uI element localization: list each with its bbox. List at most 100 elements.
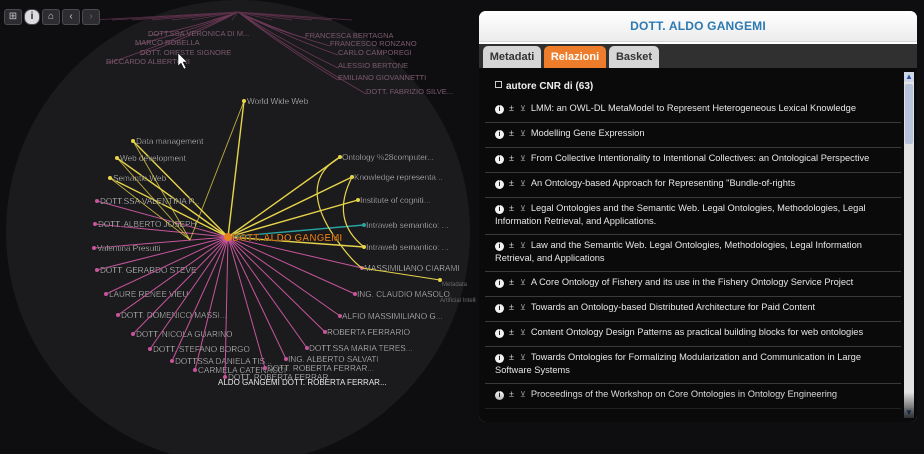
publication-title[interactable]: Proceedings of the Workshop on Core Onto… [531, 389, 837, 399]
publication-item[interactable]: i ± ⊻ An Ontology-based Approach for Repres… [485, 173, 901, 198]
forward-button[interactable]: › [82, 9, 100, 25]
cart-icon[interactable]: ⊻ [520, 328, 526, 337]
cart-icon[interactable]: ⊻ [520, 104, 526, 113]
plus-minus-icon[interactable]: ± [509, 352, 514, 362]
info-icon[interactable]: i [495, 329, 504, 338]
tab-relazioni[interactable]: Relazioni [544, 46, 606, 68]
publication-title[interactable]: Legal Ontologies and the Semantic Web. L… [495, 203, 866, 226]
info-icon[interactable]: i [495, 130, 504, 139]
publication-items: i ± ⊻ LMM: an OWL-DL MetaModel to Represent… [485, 98, 901, 409]
plus-minus-icon[interactable]: ± [509, 302, 514, 312]
scroll-down-icon[interactable]: ▼ [904, 408, 914, 418]
publication-item[interactable]: i ± ⊻ LMM: an OWL-DL MetaModel to Represent… [485, 98, 901, 123]
info-icon[interactable]: i [495, 391, 504, 400]
info-icon[interactable]: i [495, 304, 504, 313]
section-heading[interactable]: autore CNR di (63) [495, 81, 901, 92]
scroll-up-icon[interactable]: ▲ [904, 72, 914, 82]
cart-icon[interactable]: ⊻ [520, 179, 526, 188]
top-author-label: ALESSIO BERTONE [338, 61, 408, 70]
plus-minus-icon[interactable]: ± [509, 389, 514, 399]
top-author-label: DOTT.SSA VERONICA DI M... [148, 29, 249, 38]
grid-icon: ⊞ [8, 11, 18, 22]
cart-icon[interactable]: ⊻ [520, 390, 526, 399]
publication-title[interactable]: Towards Ontologies for Formalizing Modul… [495, 352, 861, 375]
home-button[interactable]: ⌂ [42, 9, 60, 25]
tab-metadati[interactable]: Metadati [483, 46, 541, 68]
publication-item[interactable]: i ± ⊻ Towards an Ontology-based Distributed… [485, 297, 901, 322]
plus-minus-icon[interactable]: ± [509, 277, 514, 287]
graph-node [131, 332, 135, 336]
plus-minus-icon[interactable]: ± [509, 103, 514, 113]
top-author-label: RICCARDO ALBERTONI [106, 57, 190, 66]
publication-item[interactable]: i ± ⊻ A Core Ontology of Fishery and its us… [485, 272, 901, 297]
plus-minus-icon[interactable]: ± [509, 153, 514, 163]
relation-graph[interactable]: DOTT.SSA VERONICA DI M...MARCO ROBELLADO… [0, 0, 476, 454]
left-node-label: World Wide Web [247, 97, 309, 106]
cart-icon[interactable]: ⊻ [520, 129, 526, 138]
publication-title[interactable]: Content Ontology Design Patterns as prac… [531, 327, 863, 337]
cart-icon[interactable]: ⊻ [520, 278, 526, 287]
left-node-label: DOTT.SSA VALENTINA P... [100, 197, 200, 206]
graph-node [193, 368, 197, 372]
right-node-label: ROBERTA FERRARIO [327, 328, 410, 337]
cart-icon[interactable]: ⊻ [520, 154, 526, 163]
tab-basket[interactable]: Basket [609, 46, 659, 68]
right-node-label: ALFIO MASSIMILIANO G... [342, 312, 443, 321]
info-icon[interactable]: i [495, 279, 504, 288]
graph-node [95, 199, 99, 203]
right-node-label: MASSIMILIANO CIARAMI [364, 264, 460, 273]
right-node-label: ING. ALBERTO SALVATI [288, 355, 379, 364]
info-icon[interactable]: i [495, 205, 504, 214]
right-node-label: Institute of cogniti... [360, 196, 431, 205]
right-node-label: DOTT. ROBERTA FERRAR... [267, 364, 374, 373]
right-node-label: DOTT.SSA MARIA TERES... [309, 344, 413, 353]
top-author-label: CARLO CAMPOREGI [338, 48, 412, 57]
publication-title[interactable]: Towards an Ontology-based Distributed Ar… [531, 302, 815, 312]
cart-icon[interactable]: ⊻ [520, 353, 526, 362]
top-author-label: EMILIANO GIOVANNETTI [338, 73, 426, 82]
left-node-label: Web development [120, 154, 187, 163]
publication-item[interactable]: i ± ⊻ Law and the Semantic Web. Legal Ontol… [485, 235, 901, 272]
info-icon[interactable]: i [495, 242, 504, 251]
publication-item[interactable]: i ± ⊻ Legal Ontologies and the Semantic Web… [485, 198, 901, 235]
publication-title[interactable]: A Core Ontology of Fishery and its use i… [531, 277, 853, 287]
publication-title[interactable]: Modelling Gene Expression [531, 128, 645, 138]
cart-icon[interactable]: ⊻ [520, 303, 526, 312]
left-node-label: Valentina Presutti [97, 244, 161, 253]
vertical-scrollbar[interactable]: ▲ ▼ [904, 72, 914, 418]
relations-content: autore CNR di (63) i ± ⊻ LMM: an OWL-DL Met… [479, 68, 917, 422]
left-node-label: DOTT. STEFANO BORGO [153, 345, 250, 354]
chevron-left-icon: ‹ [69, 11, 73, 22]
plus-minus-icon[interactable]: ± [509, 240, 514, 250]
publication-item[interactable]: i ± ⊻ Modelling Gene Expression [485, 123, 901, 148]
publication-title[interactable]: An Ontology-based Approach for Represent… [531, 178, 795, 188]
publication-item[interactable]: i ± ⊻ Towards Ontologies for Formalizing Mo… [485, 347, 901, 384]
publication-title[interactable]: Law and the Semantic Web. Legal Ontologi… [495, 240, 862, 263]
graph-view[interactable]: DOTT.SSA VERONICA DI M... MARCO ROBELLA DO… [0, 0, 476, 454]
layout-toggle-button[interactable]: ⊞ [4, 9, 22, 25]
info-icon[interactable]: i [495, 105, 504, 114]
cart-icon[interactable]: ⊻ [520, 241, 526, 250]
publication-item[interactable]: i ± ⊻ From Collective Intentionality to Int… [485, 148, 901, 173]
plus-minus-icon[interactable]: ± [509, 327, 514, 337]
publication-item[interactable]: i ± ⊻ Proceedings of the Workshop on Core O… [485, 384, 901, 409]
info-button[interactable]: i [24, 9, 40, 25]
info-icon[interactable]: i [495, 155, 504, 164]
publication-item[interactable]: i ± ⊻ Content Ontology Design Patterns as p… [485, 322, 901, 347]
left-node-label: DOTTSSA DANIELA TIS... [175, 357, 272, 366]
right-node-label: Ontology %28computer... [342, 153, 434, 162]
graph-node [104, 292, 108, 296]
collapse-icon[interactable] [495, 81, 502, 88]
publication-title[interactable]: From Collective Intentionality to Intent… [531, 153, 869, 163]
info-icon[interactable]: i [495, 180, 504, 189]
cart-icon[interactable]: ⊻ [520, 204, 526, 213]
top-author-label: DOTT. FABRIZIO SILVE... [366, 87, 453, 96]
info-icon[interactable]: i [495, 354, 504, 363]
plus-minus-icon[interactable]: ± [509, 128, 514, 138]
right-node-label: Intraweb semantico: ... [366, 243, 448, 252]
back-button[interactable]: ‹ [62, 9, 80, 25]
plus-minus-icon[interactable]: ± [509, 203, 514, 213]
plus-minus-icon[interactable]: ± [509, 178, 514, 188]
publication-title[interactable]: LMM: an OWL-DL MetaModel to Represent He… [531, 103, 856, 113]
scroll-thumb[interactable] [905, 84, 913, 144]
